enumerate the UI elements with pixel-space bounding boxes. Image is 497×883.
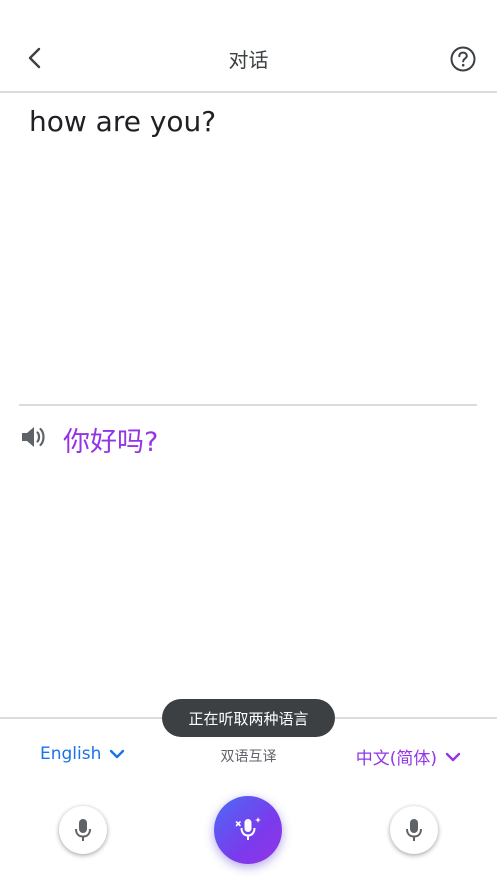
speaker-icon (22, 427, 45, 447)
source-text: how are you? (29, 105, 217, 138)
listening-toast: 正在听取两种语言 (162, 699, 335, 737)
page-title: 对话 (228, 48, 269, 72)
app-header: 对话 (0, 0, 497, 92)
speak-translation-button[interactable] (19, 422, 49, 452)
translated-text: 你好吗? (63, 427, 159, 458)
target-mic-button[interactable] (390, 806, 438, 854)
target-language-selector[interactable]: 中文(简体) (356, 744, 461, 769)
chevron-down-icon (445, 752, 461, 761)
mic-auto-icon (235, 817, 261, 840)
help-circle-icon (450, 46, 476, 72)
target-language-label: 中文(简体) (355, 749, 437, 769)
translation-area: 你好吗? (0, 406, 497, 706)
auto-listen-mic-button[interactable] (214, 796, 282, 864)
help-button[interactable] (448, 44, 478, 74)
source-mic-button[interactable] (59, 806, 107, 854)
mic-icon (406, 819, 422, 841)
mic-icon (75, 819, 91, 841)
source-text-area[interactable]: how are you? (0, 93, 497, 403)
